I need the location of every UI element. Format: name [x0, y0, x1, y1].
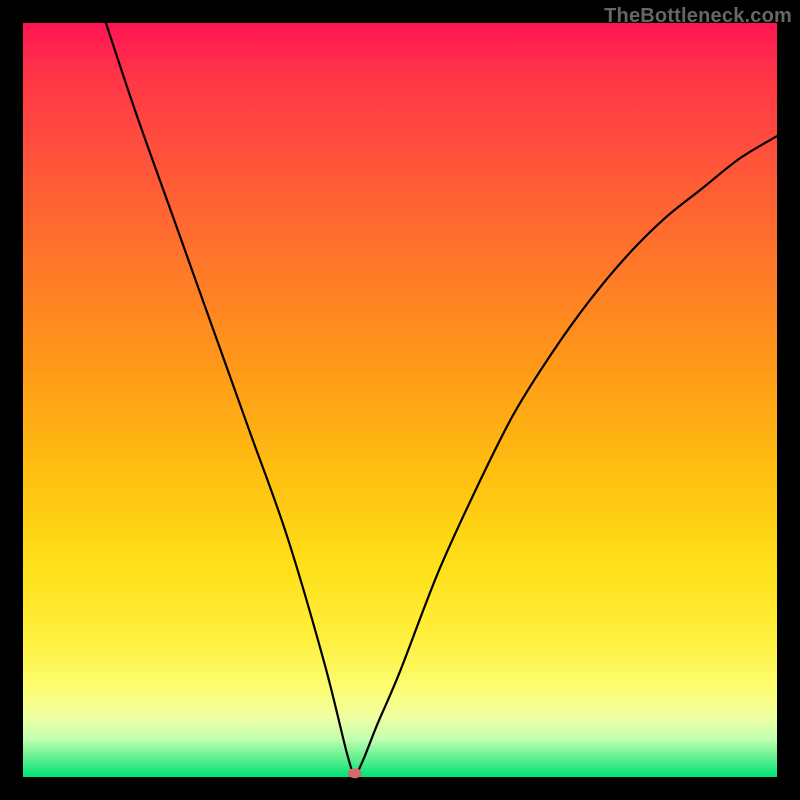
curve-layer [23, 23, 777, 777]
bottleneck-curve [106, 23, 777, 773]
watermark-text: TheBottleneck.com [604, 5, 792, 28]
minimum-marker [348, 768, 362, 778]
chart-stage: TheBottleneck.com [0, 0, 800, 800]
